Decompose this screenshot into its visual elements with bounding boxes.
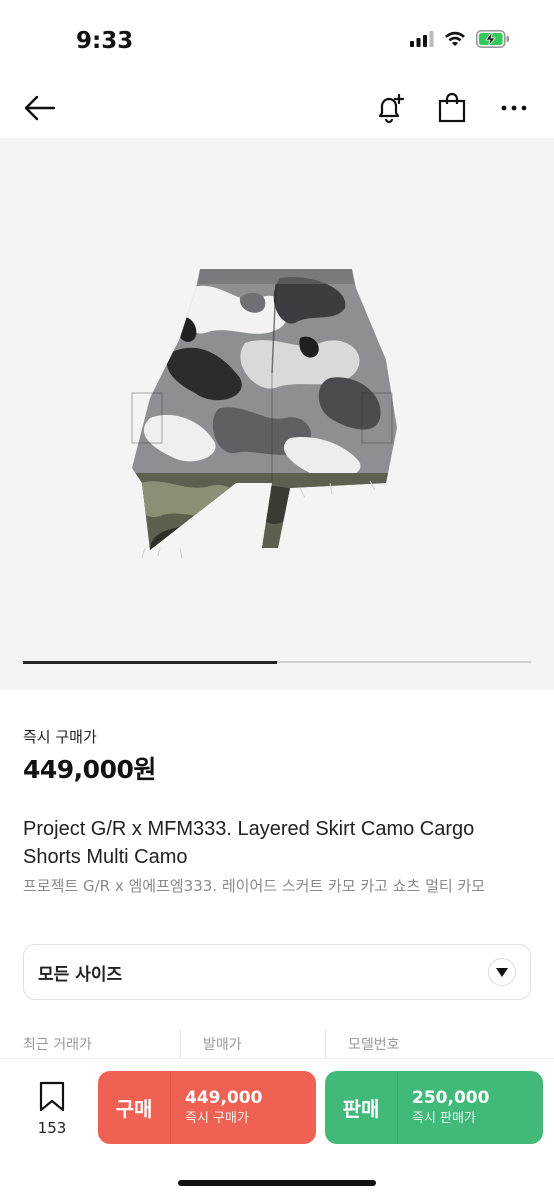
wifi-icon — [445, 31, 465, 46]
image-indicator-progress — [23, 660, 277, 664]
arrow-left-icon — [24, 95, 56, 121]
notification-button[interactable] — [368, 86, 412, 130]
instant-buy-price: 449,000원 — [23, 755, 156, 784]
nav-bar — [0, 80, 554, 136]
sell-button-label: 판매 — [342, 1097, 380, 1121]
sell-button-info: 250,000 즉시 판매가 — [398, 1088, 489, 1128]
buy-button-price: 449,000 — [185, 1087, 263, 1108]
bookmark-icon — [39, 1081, 65, 1112]
back-button[interactable] — [18, 86, 62, 130]
cellular-signal-icon — [410, 31, 434, 47]
recent-trade-price-label: 최근 거래가 — [23, 1037, 92, 1053]
buy-button[interactable]: 구매 449,000 즉시 구매가 — [98, 1071, 316, 1144]
cart-button[interactable] — [430, 86, 474, 130]
product-title-ko: 프로젝트 G/R x 엠에프엠333. 레이어드 스커트 카모 카고 쇼츠 멀티… — [23, 877, 486, 895]
sell-button-sub: 즉시 판매가 — [412, 1110, 476, 1126]
battery-charging-icon — [476, 30, 509, 48]
status-time: 9:33 — [76, 28, 134, 54]
product-info-row: 최근 거래가 발매가 모델번호 — [23, 1030, 554, 1060]
sell-button[interactable]: 판매 250,000 즉시 판매가 — [325, 1071, 543, 1144]
buy-button-label: 구매 — [115, 1097, 153, 1121]
product-image — [131, 269, 397, 559]
image-indicator-track — [23, 660, 531, 664]
size-selector[interactable]: 모든 사이즈 — [23, 944, 531, 1000]
product-title-en: Project G/R x MFM333. Layered Skirt Camo… — [23, 818, 475, 868]
wishlist-button[interactable]: 153 — [26, 1081, 78, 1137]
status-bar: 9:33 — [0, 0, 554, 80]
chevron-down-icon — [488, 958, 516, 986]
bell-plus-icon — [378, 93, 405, 124]
shopping-bag-icon — [438, 92, 466, 123]
buy-button-sub: 즉시 구매가 — [185, 1110, 249, 1126]
wishlist-count: 153 — [37, 1119, 67, 1137]
instant-buy-price-label: 즉시 구매가 — [23, 728, 97, 746]
product-image-gallery[interactable] — [0, 138, 554, 690]
sell-button-price: 250,000 — [412, 1087, 490, 1108]
home-indicator — [178, 1180, 376, 1186]
size-selector-label: 모든 사이즈 — [38, 964, 123, 985]
more-button[interactable] — [492, 86, 536, 130]
status-icons — [410, 30, 510, 48]
buy-button-info: 449,000 즉시 구매가 — [171, 1088, 262, 1128]
release-price-label: 발매가 — [180, 1030, 325, 1060]
more-dots-icon — [501, 105, 527, 111]
model-number-label: 모델번호 — [325, 1030, 525, 1060]
bottom-action-bar: 153 구매 449,000 즉시 구매가 판매 250,000 즉시 판매가 — [0, 1058, 554, 1200]
